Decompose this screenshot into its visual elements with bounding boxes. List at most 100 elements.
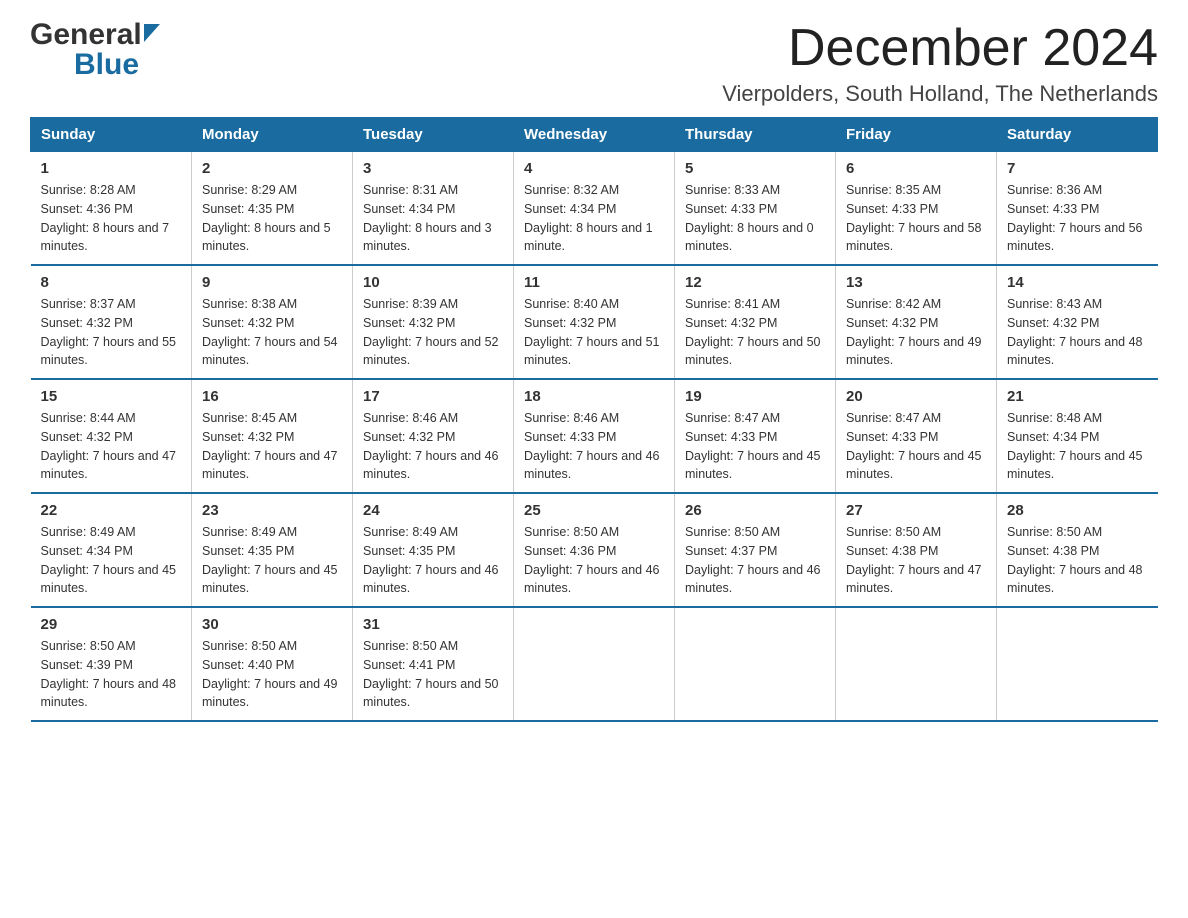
calendar-cell: 31 Sunrise: 8:50 AM Sunset: 4:41 PM Dayl… xyxy=(353,607,514,721)
day-info: Sunrise: 8:47 AM Sunset: 4:33 PM Dayligh… xyxy=(685,409,825,484)
calendar-cell xyxy=(997,607,1158,721)
calendar-header-monday: Monday xyxy=(192,118,353,152)
calendar-cell: 9 Sunrise: 8:38 AM Sunset: 4:32 PM Dayli… xyxy=(192,265,353,379)
day-number: 10 xyxy=(363,274,503,291)
calendar-cell: 17 Sunrise: 8:46 AM Sunset: 4:32 PM Dayl… xyxy=(353,379,514,493)
calendar-cell: 18 Sunrise: 8:46 AM Sunset: 4:33 PM Dayl… xyxy=(514,379,675,493)
day-info: Sunrise: 8:32 AM Sunset: 4:34 PM Dayligh… xyxy=(524,181,664,256)
page-header: General Blue December 2024 Vierpolders, … xyxy=(30,20,1158,107)
calendar-header-sunday: Sunday xyxy=(31,118,192,152)
day-number: 15 xyxy=(41,388,182,405)
day-info: Sunrise: 8:49 AM Sunset: 4:35 PM Dayligh… xyxy=(202,523,342,598)
day-info: Sunrise: 8:29 AM Sunset: 4:35 PM Dayligh… xyxy=(202,181,342,256)
day-number: 18 xyxy=(524,388,664,405)
day-number: 17 xyxy=(363,388,503,405)
day-number: 5 xyxy=(685,160,825,177)
day-number: 1 xyxy=(41,160,182,177)
calendar-cell xyxy=(675,607,836,721)
calendar-cell: 28 Sunrise: 8:50 AM Sunset: 4:38 PM Dayl… xyxy=(997,493,1158,607)
day-info: Sunrise: 8:45 AM Sunset: 4:32 PM Dayligh… xyxy=(202,409,342,484)
day-info: Sunrise: 8:44 AM Sunset: 4:32 PM Dayligh… xyxy=(41,409,182,484)
day-number: 30 xyxy=(202,616,342,633)
day-info: Sunrise: 8:38 AM Sunset: 4:32 PM Dayligh… xyxy=(202,295,342,370)
day-info: Sunrise: 8:50 AM Sunset: 4:41 PM Dayligh… xyxy=(363,637,503,712)
calendar-cell: 1 Sunrise: 8:28 AM Sunset: 4:36 PM Dayli… xyxy=(31,152,192,266)
day-number: 21 xyxy=(1007,388,1148,405)
calendar-cell: 11 Sunrise: 8:40 AM Sunset: 4:32 PM Dayl… xyxy=(514,265,675,379)
day-info: Sunrise: 8:42 AM Sunset: 4:32 PM Dayligh… xyxy=(846,295,986,370)
day-info: Sunrise: 8:50 AM Sunset: 4:39 PM Dayligh… xyxy=(41,637,182,712)
day-number: 16 xyxy=(202,388,342,405)
calendar-header-tuesday: Tuesday xyxy=(353,118,514,152)
calendar-cell xyxy=(514,607,675,721)
day-number: 3 xyxy=(363,160,503,177)
day-number: 25 xyxy=(524,502,664,519)
logo-blue: Blue xyxy=(74,48,139,81)
calendar-week-row: 1 Sunrise: 8:28 AM Sunset: 4:36 PM Dayli… xyxy=(31,152,1158,266)
calendar-cell: 13 Sunrise: 8:42 AM Sunset: 4:32 PM Dayl… xyxy=(836,265,997,379)
calendar-cell: 8 Sunrise: 8:37 AM Sunset: 4:32 PM Dayli… xyxy=(31,265,192,379)
calendar-cell: 21 Sunrise: 8:48 AM Sunset: 4:34 PM Dayl… xyxy=(997,379,1158,493)
calendar-cell: 29 Sunrise: 8:50 AM Sunset: 4:39 PM Dayl… xyxy=(31,607,192,721)
day-number: 12 xyxy=(685,274,825,291)
calendar-cell: 22 Sunrise: 8:49 AM Sunset: 4:34 PM Dayl… xyxy=(31,493,192,607)
title-block: December 2024 Vierpolders, South Holland… xyxy=(722,20,1158,107)
day-number: 26 xyxy=(685,502,825,519)
calendar-cell: 25 Sunrise: 8:50 AM Sunset: 4:36 PM Dayl… xyxy=(514,493,675,607)
calendar-week-row: 8 Sunrise: 8:37 AM Sunset: 4:32 PM Dayli… xyxy=(31,265,1158,379)
calendar-cell: 12 Sunrise: 8:41 AM Sunset: 4:32 PM Dayl… xyxy=(675,265,836,379)
calendar-cell: 24 Sunrise: 8:49 AM Sunset: 4:35 PM Dayl… xyxy=(353,493,514,607)
day-number: 31 xyxy=(363,616,503,633)
day-number: 8 xyxy=(41,274,182,291)
day-number: 20 xyxy=(846,388,986,405)
page-subtitle: Vierpolders, South Holland, The Netherla… xyxy=(722,81,1158,107)
day-info: Sunrise: 8:33 AM Sunset: 4:33 PM Dayligh… xyxy=(685,181,825,256)
day-info: Sunrise: 8:41 AM Sunset: 4:32 PM Dayligh… xyxy=(685,295,825,370)
calendar-header-wednesday: Wednesday xyxy=(514,118,675,152)
calendar-cell: 7 Sunrise: 8:36 AM Sunset: 4:33 PM Dayli… xyxy=(997,152,1158,266)
day-number: 22 xyxy=(41,502,182,519)
day-info: Sunrise: 8:50 AM Sunset: 4:36 PM Dayligh… xyxy=(524,523,664,598)
day-info: Sunrise: 8:35 AM Sunset: 4:33 PM Dayligh… xyxy=(846,181,986,256)
logo-general: General xyxy=(30,20,142,50)
calendar-cell: 14 Sunrise: 8:43 AM Sunset: 4:32 PM Dayl… xyxy=(997,265,1158,379)
calendar-week-row: 22 Sunrise: 8:49 AM Sunset: 4:34 PM Dayl… xyxy=(31,493,1158,607)
day-info: Sunrise: 8:50 AM Sunset: 4:38 PM Dayligh… xyxy=(1007,523,1148,598)
day-info: Sunrise: 8:49 AM Sunset: 4:34 PM Dayligh… xyxy=(41,523,182,598)
calendar-cell: 5 Sunrise: 8:33 AM Sunset: 4:33 PM Dayli… xyxy=(675,152,836,266)
day-number: 23 xyxy=(202,502,342,519)
logo: General Blue xyxy=(30,20,163,80)
calendar-cell: 2 Sunrise: 8:29 AM Sunset: 4:35 PM Dayli… xyxy=(192,152,353,266)
calendar-cell: 6 Sunrise: 8:35 AM Sunset: 4:33 PM Dayli… xyxy=(836,152,997,266)
day-info: Sunrise: 8:28 AM Sunset: 4:36 PM Dayligh… xyxy=(41,181,182,256)
day-number: 14 xyxy=(1007,274,1148,291)
calendar-header-friday: Friday xyxy=(836,118,997,152)
day-info: Sunrise: 8:37 AM Sunset: 4:32 PM Dayligh… xyxy=(41,295,182,370)
day-number: 6 xyxy=(846,160,986,177)
day-number: 2 xyxy=(202,160,342,177)
day-number: 11 xyxy=(524,274,664,291)
day-number: 4 xyxy=(524,160,664,177)
day-info: Sunrise: 8:46 AM Sunset: 4:32 PM Dayligh… xyxy=(363,409,503,484)
logo-triangle-icon xyxy=(144,24,160,42)
day-info: Sunrise: 8:49 AM Sunset: 4:35 PM Dayligh… xyxy=(363,523,503,598)
day-info: Sunrise: 8:50 AM Sunset: 4:37 PM Dayligh… xyxy=(685,523,825,598)
day-info: Sunrise: 8:46 AM Sunset: 4:33 PM Dayligh… xyxy=(524,409,664,484)
calendar-header-thursday: Thursday xyxy=(675,118,836,152)
day-info: Sunrise: 8:39 AM Sunset: 4:32 PM Dayligh… xyxy=(363,295,503,370)
day-info: Sunrise: 8:40 AM Sunset: 4:32 PM Dayligh… xyxy=(524,295,664,370)
calendar-table: SundayMondayTuesdayWednesdayThursdayFrid… xyxy=(30,117,1158,722)
calendar-cell: 15 Sunrise: 8:44 AM Sunset: 4:32 PM Dayl… xyxy=(31,379,192,493)
calendar-cell: 16 Sunrise: 8:45 AM Sunset: 4:32 PM Dayl… xyxy=(192,379,353,493)
day-info: Sunrise: 8:43 AM Sunset: 4:32 PM Dayligh… xyxy=(1007,295,1148,370)
calendar-cell xyxy=(836,607,997,721)
calendar-cell: 23 Sunrise: 8:49 AM Sunset: 4:35 PM Dayl… xyxy=(192,493,353,607)
calendar-cell: 27 Sunrise: 8:50 AM Sunset: 4:38 PM Dayl… xyxy=(836,493,997,607)
day-number: 13 xyxy=(846,274,986,291)
day-info: Sunrise: 8:48 AM Sunset: 4:34 PM Dayligh… xyxy=(1007,409,1148,484)
calendar-week-row: 29 Sunrise: 8:50 AM Sunset: 4:39 PM Dayl… xyxy=(31,607,1158,721)
day-info: Sunrise: 8:47 AM Sunset: 4:33 PM Dayligh… xyxy=(846,409,986,484)
calendar-week-row: 15 Sunrise: 8:44 AM Sunset: 4:32 PM Dayl… xyxy=(31,379,1158,493)
calendar-cell: 19 Sunrise: 8:47 AM Sunset: 4:33 PM Dayl… xyxy=(675,379,836,493)
calendar-cell: 10 Sunrise: 8:39 AM Sunset: 4:32 PM Dayl… xyxy=(353,265,514,379)
